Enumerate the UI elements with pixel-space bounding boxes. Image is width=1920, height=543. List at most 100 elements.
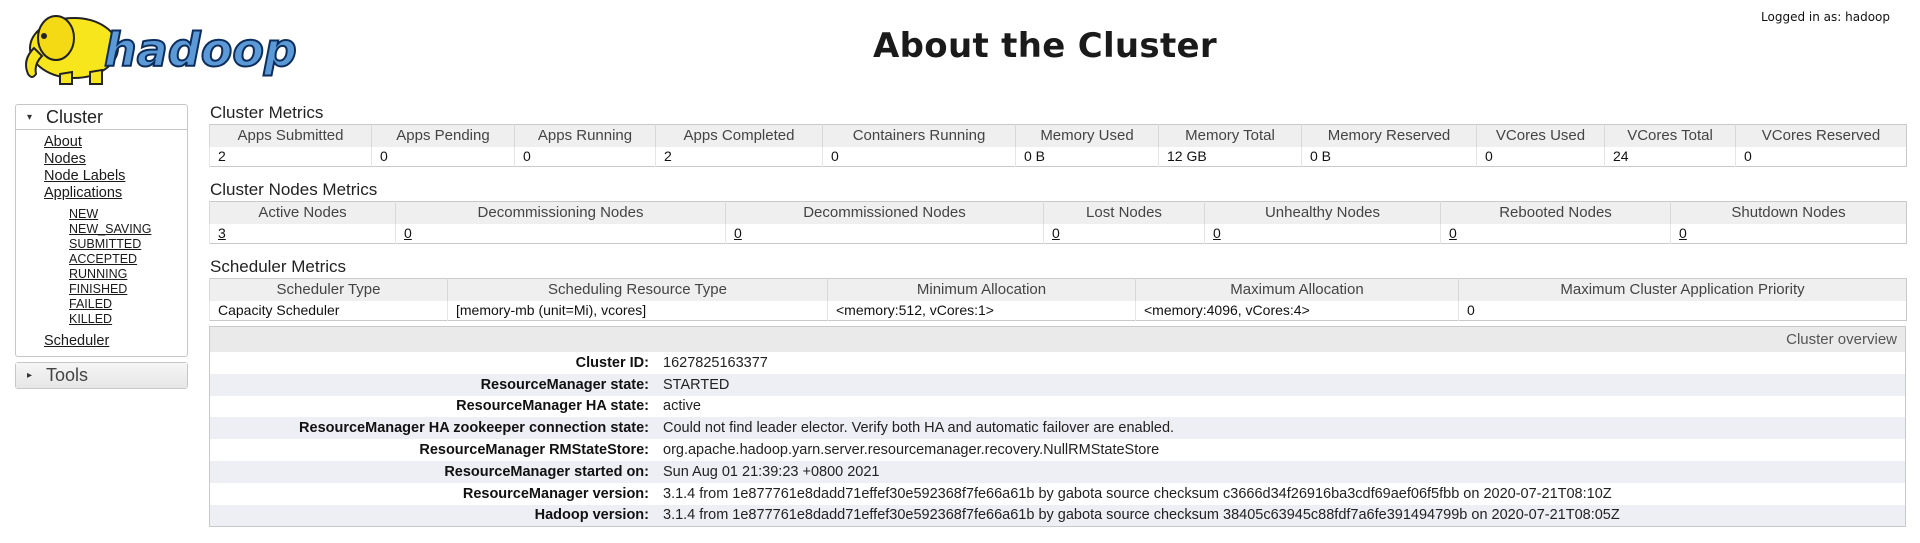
column-header[interactable]: Maximum Allocation [1135,278,1459,301]
scheduler-metrics-table: Scheduler Type Scheduling Resource Type … [209,278,1907,321]
page-header: hadoop About the Cluster Logged in as: h… [0,0,1920,100]
column-header[interactable]: Scheduling Resource Type [447,278,828,301]
node-metrics-title: Cluster Nodes Metrics [210,180,378,199]
info-label: ResourceManager HA zookeeper connection … [299,420,649,437]
column-header[interactable]: Decommissioning Nodes [395,201,726,224]
nav-link-about[interactable]: About [44,134,187,151]
main-content: Cluster Metrics Apps Submitted Apps Pend… [209,100,1907,528]
table-cell: [memory-mb (unit=Mi), vcores] [447,300,828,321]
table-cell: 12 GB [1158,146,1302,167]
info-label: Cluster ID: [575,354,649,371]
info-label: ResourceManager RMStateStore: [419,442,649,459]
column-header[interactable]: Active Nodes [209,201,396,224]
column-header[interactable]: Unhealthy Nodes [1204,201,1441,224]
info-value: Sun Aug 01 21:39:23 +0800 2021 [663,463,880,480]
info-label: ResourceManager HA state: [456,398,649,415]
nav-head-label: Tools [46,365,89,385]
nav-toggle-cluster[interactable]: ▾ Cluster [16,105,187,130]
info-row: ResourceManager state: STARTED [210,373,1905,396]
column-header[interactable]: Shutdown Nodes [1670,201,1907,224]
table-cell: 0 [1043,223,1205,244]
nav-link-state-running[interactable]: RUNNING [69,267,187,282]
table-row: 2 0 0 2 0 0 B 12 GB 0 B 0 24 0 [209,146,1907,167]
decommissioning-nodes-link[interactable]: 0 [404,225,412,241]
column-header[interactable]: Apps Pending [371,124,515,147]
table-cell: 0 [1670,223,1907,244]
info-label: ResourceManager version: [462,485,649,502]
column-header[interactable]: Lost Nodes [1043,201,1205,224]
cluster-overview-table: Cluster ID: 1627825163377 ResourceManager… [210,352,1905,527]
info-value: org.apache.hadoop.yarn.server.resourcema… [663,442,1160,459]
table-cell: 24 [1604,146,1736,167]
column-header[interactable]: VCores Total [1604,124,1736,147]
info-row: ResourceManager started on: Sun Aug 01 21… [210,460,1905,483]
nav-toggle-tools[interactable]: ▸ Tools [16,363,187,388]
decommissioned-nodes-link[interactable]: 0 [734,225,742,241]
column-header[interactable]: Containers Running [822,124,1016,147]
logged-in-user: Logged in as: hadoop [1761,10,1890,24]
table-cell: 0 [1204,223,1441,244]
nav-link-nodes[interactable]: Nodes [44,151,187,168]
unhealthy-nodes-link[interactable]: 0 [1213,225,1221,241]
lost-nodes-link[interactable]: 0 [1052,225,1060,241]
column-header[interactable]: Minimum Allocation [827,278,1136,301]
shutdown-nodes-link[interactable]: 0 [1679,225,1687,241]
table-cell: 2 [209,146,372,167]
column-header[interactable]: Apps Completed [655,124,823,147]
table-cell: 2 [655,146,823,167]
cluster-overview-title: Cluster overview [210,327,1905,352]
nav-link-state-killed[interactable]: KILLED [69,312,187,327]
table-cell: 0 [395,223,726,244]
table-row: 3 0 0 0 0 0 0 [209,223,1907,244]
nav-section-cluster: ▾ Cluster About Nodes Node Labels Applic… [15,104,188,357]
nav-link-applications[interactable]: Applications [44,185,187,202]
rebooted-nodes-link[interactable]: 0 [1449,225,1457,241]
column-header[interactable]: Maximum Cluster Application Priority [1458,278,1907,301]
info-value: 3.1.4 from 1e877761e8dadd71effef30e59236… [663,485,1612,502]
column-header[interactable]: VCores Used [1476,124,1605,147]
cluster-overview-panel: Cluster overview Cluster ID: 162782516337… [209,326,1906,528]
nav-link-state-finished[interactable]: FINISHED [69,282,187,297]
table-cell: 0 [514,146,656,167]
info-row: ResourceManager HA zookeeper connection … [210,417,1905,440]
nav-link-node-labels[interactable]: Node Labels [44,168,187,185]
column-header[interactable]: Memory Total [1158,124,1302,147]
page-title: About the Cluster [873,26,1217,66]
info-value: Could not find leader elector. Verify bo… [663,420,1175,437]
table-cell: 0 B [1301,146,1477,167]
nav-cluster-links: About Nodes Node Labels Applications NEW… [16,130,187,356]
column-header[interactable]: Scheduler Type [209,278,448,301]
table-cell: 0 [822,146,1016,167]
table-cell: <memory:512, vCores:1> [827,300,1136,321]
column-header[interactable]: Rebooted Nodes [1440,201,1671,224]
table-header-row: Active Nodes Decommissioning Nodes Decom… [209,201,1907,224]
column-header[interactable]: Apps Running [514,124,656,147]
nav-link-state-submitted[interactable]: SUBMITTED [69,237,187,252]
table-cell: Capacity Scheduler [209,300,448,321]
nav-link-state-accepted[interactable]: ACCEPTED [69,252,187,267]
cluster-metrics-title: Cluster Metrics [210,103,324,122]
info-value: active [663,398,701,415]
table-cell: 0 [1440,223,1671,244]
nav-link-scheduler[interactable]: Scheduler [44,333,187,350]
nav-link-state-new-saving[interactable]: NEW_SAVING [69,222,187,237]
nav-section-tools: ▸ Tools [15,362,188,389]
column-header[interactable]: Memory Reserved [1301,124,1477,147]
table-cell: 0 [725,223,1044,244]
table-cell: 3 [209,223,396,244]
column-header[interactable]: Memory Used [1015,124,1159,147]
info-label: ResourceManager started on: [444,463,649,480]
column-header[interactable]: VCores Reserved [1735,124,1907,147]
nav-head-label: Cluster [46,106,104,127]
column-header[interactable]: Apps Submitted [209,124,372,147]
table-cell: 0 B [1015,146,1159,167]
active-nodes-link[interactable]: 3 [218,225,226,241]
nav-link-state-new[interactable]: NEW [69,207,187,222]
info-label: ResourceManager state: [480,376,649,393]
nav-link-state-failed[interactable]: FAILED [69,297,187,312]
column-header[interactable]: Decommissioned Nodes [725,201,1044,224]
table-cell: 0 [371,146,515,167]
info-row: ResourceManager RMStateStore: org.apache.… [210,439,1905,461]
table-row: Capacity Scheduler [memory-mb (unit=Mi),… [209,300,1907,321]
info-value: STARTED [663,376,730,393]
